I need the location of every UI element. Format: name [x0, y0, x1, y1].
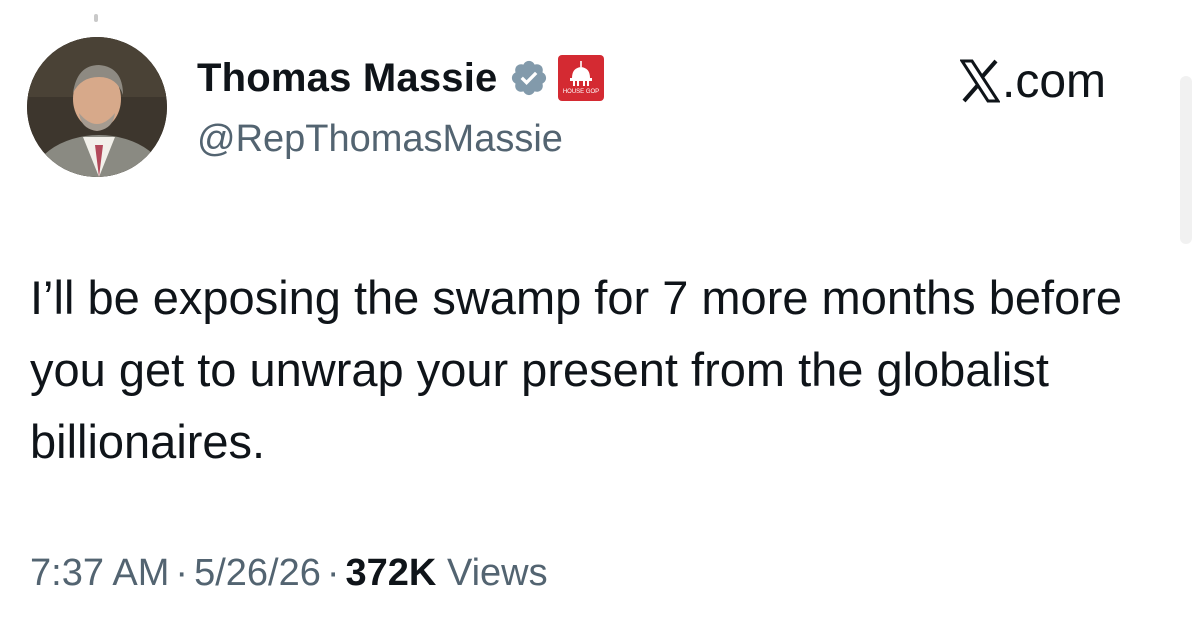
author-handle[interactable]: @RepThomasMassie	[197, 118, 563, 161]
verified-badge-icon[interactable]	[508, 57, 550, 99]
brand-logo: .com	[959, 54, 1107, 108]
tweet-time[interactable]: 7:37 AM	[30, 552, 169, 594]
display-name[interactable]: Thomas Massie	[197, 56, 498, 101]
author-name-row: Thomas Massie HOUSE GOP	[197, 52, 604, 104]
brand-domain: .com	[1002, 54, 1107, 108]
meta-separator: ·	[326, 552, 340, 594]
avatar[interactable]	[27, 37, 167, 177]
x-logo-icon	[959, 59, 1001, 103]
affiliation-text: HOUSE GOP	[562, 89, 598, 95]
meta-separator: ·	[175, 552, 189, 594]
profile-photo	[27, 37, 167, 177]
decoration-dot	[94, 14, 98, 22]
tweet-card: Thomas Massie HOUSE GOP @RepThomasMassie	[0, 0, 1200, 624]
scrollbar[interactable]	[1180, 76, 1192, 244]
tweet-date[interactable]: 5/26/26	[194, 552, 321, 594]
tweet-meta: 7:37 AM · 5/26/26 · 372K Views	[30, 552, 548, 595]
views-count[interactable]: 372K	[346, 552, 437, 594]
views-label: Views	[446, 552, 548, 594]
capitol-dome-icon[interactable]: HOUSE GOP	[557, 55, 604, 101]
tweet-text: I’ll be exposing the swamp for 7 more mo…	[30, 271, 1122, 468]
